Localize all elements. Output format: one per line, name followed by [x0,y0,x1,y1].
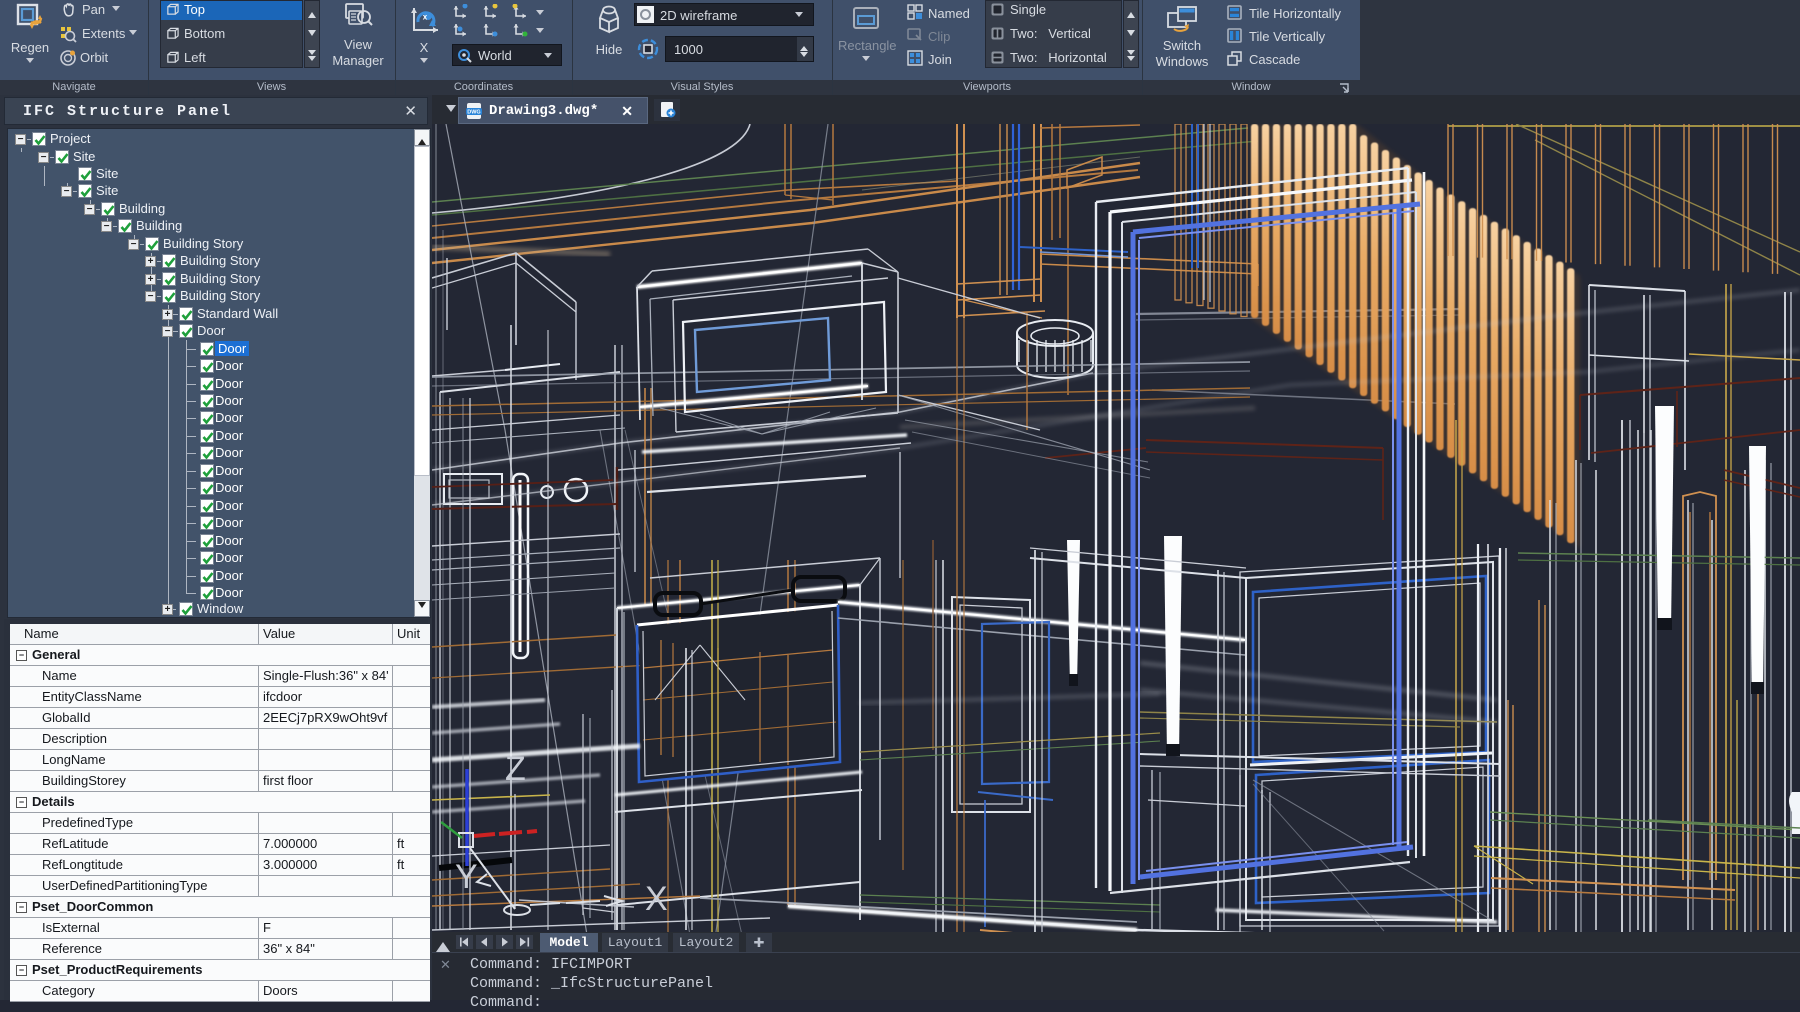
svg-text:DWG: DWG [467,110,480,116]
svg-text:Z: Z [505,750,526,788]
svg-text:X: X [645,880,668,918]
svg-text:Y: Y [455,858,478,896]
